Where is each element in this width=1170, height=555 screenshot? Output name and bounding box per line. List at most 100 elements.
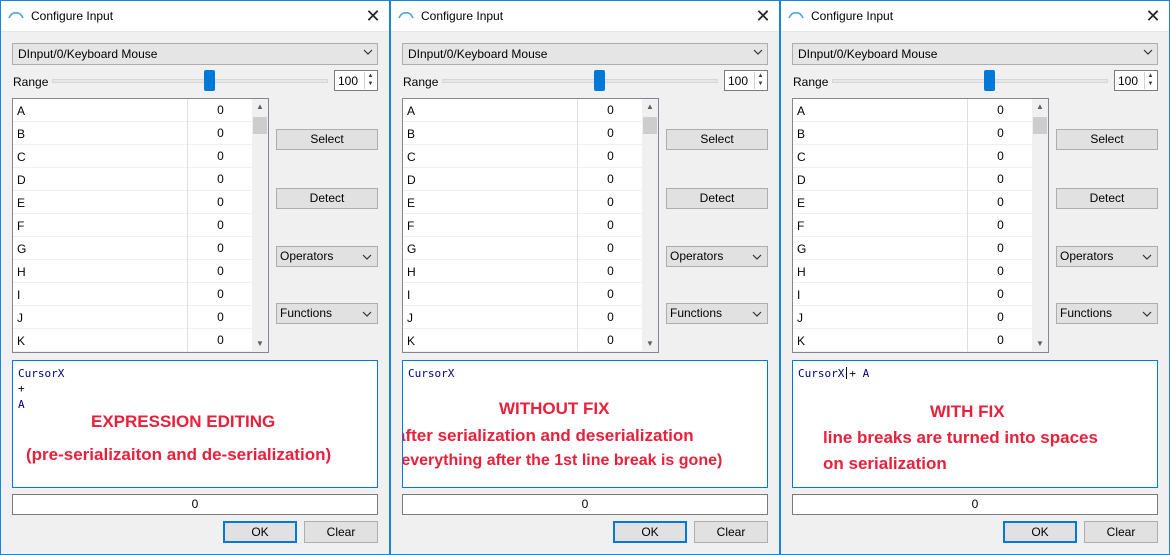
list-item[interactable]: D0 (793, 168, 1033, 191)
select-button[interactable]: Select (666, 129, 768, 150)
range-slider-thumb[interactable] (203, 70, 215, 91)
list-item[interactable]: K0 (403, 329, 643, 352)
device-dropdown[interactable]: DInput/0/Keyboard Mouse (402, 43, 768, 65)
list-item[interactable]: E0 (793, 191, 1033, 214)
list-item[interactable]: B0 (793, 122, 1033, 145)
list-item[interactable]: J0 (793, 306, 1033, 329)
close-icon[interactable]: ✕ (1145, 6, 1160, 27)
close-icon[interactable]: ✕ (365, 6, 380, 27)
close-button[interactable]: ✕ (747, 1, 779, 32)
close-button[interactable]: ✕ (357, 1, 389, 32)
detect-button[interactable]: Detect (666, 188, 768, 209)
scrollbar-thumb[interactable] (1033, 117, 1047, 134)
operators-dropdown[interactable]: Operators (1056, 246, 1158, 267)
functions-dropdown[interactable]: Functions (666, 303, 768, 324)
list-item[interactable]: K0 (793, 329, 1033, 352)
select-button[interactable]: Select (1056, 129, 1158, 150)
input-list[interactable]: A0 B0 C0 D0 E0 F0 G0 H0 I0 J0 K0 ▲ ▼ (12, 98, 269, 353)
list-item[interactable]: E0 (13, 191, 253, 214)
scrollbar-thumb[interactable] (643, 117, 657, 134)
range-slider-thumb[interactable] (593, 70, 605, 91)
list-item[interactable]: I0 (403, 283, 643, 306)
range-value[interactable]: 100 (1118, 74, 1138, 88)
list-item[interactable]: G0 (793, 237, 1033, 260)
scroll-down-icon[interactable]: ▼ (252, 336, 268, 352)
range-slider-track[interactable] (832, 79, 1108, 83)
input-list[interactable]: A0 B0 C0 D0 E0 F0 G0 H0 I0 J0 K0 ▲ ▼ (402, 98, 659, 353)
expression-line[interactable]: A (18, 398, 25, 411)
operators-dropdown[interactable]: Operators (666, 246, 768, 267)
list-item[interactable]: C0 (13, 145, 253, 168)
detect-button[interactable]: Detect (1056, 188, 1158, 209)
scroll-up-icon[interactable]: ▲ (252, 99, 268, 115)
list-item[interactable]: G0 (13, 237, 253, 260)
spin-down-icon[interactable]: ▼ (1145, 80, 1156, 88)
list-item[interactable]: F0 (403, 214, 643, 237)
list-item[interactable]: H0 (403, 260, 643, 283)
list-item[interactable]: J0 (403, 306, 643, 329)
scroll-down-icon[interactable]: ▼ (642, 336, 658, 352)
detect-button[interactable]: Detect (276, 188, 378, 209)
list-item[interactable]: A0 (793, 99, 1033, 122)
clear-button[interactable]: Clear (1084, 521, 1158, 543)
expression-line[interactable]: + (18, 382, 25, 395)
list-item[interactable]: B0 (403, 122, 643, 145)
select-button[interactable]: Select (276, 129, 378, 150)
spin-up-icon[interactable]: ▲ (755, 72, 766, 80)
range-value[interactable]: 100 (728, 74, 748, 88)
list-item[interactable]: F0 (793, 214, 1033, 237)
operators-dropdown[interactable]: Operators (276, 246, 378, 267)
list-item[interactable]: D0 (403, 168, 643, 191)
close-button[interactable]: ✕ (1137, 1, 1169, 32)
list-scrollbar[interactable]: ▲ ▼ (1032, 99, 1048, 352)
expression-editor[interactable]: CursorX + A WITH FIX line breaks are turn… (792, 360, 1158, 488)
list-item[interactable]: K0 (13, 329, 253, 352)
list-item[interactable]: D0 (13, 168, 253, 191)
list-scrollbar[interactable]: ▲ ▼ (252, 99, 268, 352)
spin-up-icon[interactable]: ▲ (1145, 72, 1156, 80)
scroll-down-icon[interactable]: ▼ (1032, 336, 1048, 352)
list-item[interactable]: I0 (793, 283, 1033, 306)
ok-button[interactable]: OK (223, 521, 297, 543)
clear-button[interactable]: Clear (694, 521, 768, 543)
spin-up-icon[interactable]: ▲ (365, 72, 376, 80)
expression-line[interactable]: CursorX (18, 367, 64, 380)
expression-line[interactable]: CursorX (408, 367, 454, 380)
expression-editor[interactable]: CursorX WITHOUT FIX after serialization … (402, 360, 768, 488)
functions-dropdown[interactable]: Functions (276, 303, 378, 324)
expression-editor[interactable]: CursorX + A EXPRESSION EDITING (pre-seri… (12, 360, 378, 488)
scrollbar-thumb[interactable] (253, 117, 267, 134)
list-item[interactable]: A0 (13, 99, 253, 122)
expression-line[interactable]: CursorX + A (798, 367, 869, 380)
list-item[interactable]: F0 (13, 214, 253, 237)
spin-down-icon[interactable]: ▼ (755, 80, 766, 88)
list-item[interactable]: C0 (403, 145, 643, 168)
clear-button[interactable]: Clear (304, 521, 378, 543)
device-dropdown[interactable]: DInput/0/Keyboard Mouse (792, 43, 1158, 65)
spin-buttons[interactable]: ▲ ▼ (364, 72, 376, 89)
list-item[interactable]: J0 (13, 306, 253, 329)
list-item[interactable]: I0 (13, 283, 253, 306)
device-dropdown[interactable]: DInput/0/Keyboard Mouse (12, 43, 378, 65)
list-scrollbar[interactable]: ▲ ▼ (642, 99, 658, 352)
list-item[interactable]: A0 (403, 99, 643, 122)
ok-button[interactable]: OK (613, 521, 687, 543)
input-list[interactable]: A0 B0 C0 D0 E0 F0 G0 H0 I0 J0 K0 ▲ ▼ (792, 98, 1049, 353)
functions-dropdown[interactable]: Functions (1056, 303, 1158, 324)
list-item[interactable]: H0 (793, 260, 1033, 283)
range-spinbox[interactable]: 100 ▲ ▼ (724, 70, 768, 91)
range-spinbox[interactable]: 100 ▲ ▼ (1114, 70, 1158, 91)
range-value[interactable]: 100 (338, 74, 358, 88)
spin-buttons[interactable]: ▲ ▼ (1144, 72, 1156, 89)
list-item[interactable]: H0 (13, 260, 253, 283)
list-item[interactable]: C0 (793, 145, 1033, 168)
list-item[interactable]: B0 (13, 122, 253, 145)
spin-buttons[interactable]: ▲ ▼ (754, 72, 766, 89)
list-item[interactable]: G0 (403, 237, 643, 260)
range-slider-track[interactable] (442, 79, 718, 83)
scroll-up-icon[interactable]: ▲ (1032, 99, 1048, 115)
ok-button[interactable]: OK (1003, 521, 1077, 543)
list-item[interactable]: E0 (403, 191, 643, 214)
range-slider-thumb[interactable] (983, 70, 995, 91)
close-icon[interactable]: ✕ (755, 6, 770, 27)
